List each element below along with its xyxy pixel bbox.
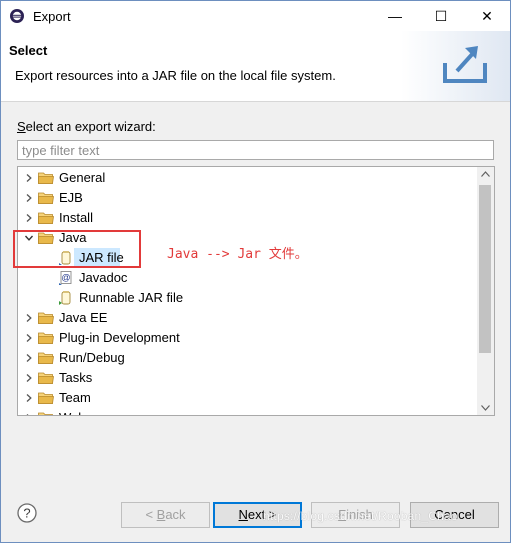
folder-icon	[38, 211, 54, 225]
label-text: elect an export wizard:	[25, 119, 156, 134]
tree-item-label: Install	[59, 210, 93, 225]
svg-text:@: @	[61, 273, 70, 283]
chevron-right-icon[interactable]	[24, 333, 34, 343]
chevron-right-icon[interactable]	[24, 373, 34, 383]
page-description: Export resources into a JAR file on the …	[15, 68, 336, 83]
tree-item-label: EJB	[59, 190, 83, 205]
tree-item-plug-in-development[interactable]: Plug-in Development	[18, 328, 478, 348]
back-button[interactable]: < Back	[121, 502, 210, 528]
folder-icon	[38, 391, 54, 405]
back-prefix: <	[145, 507, 157, 522]
scroll-down-icon[interactable]	[481, 405, 490, 411]
chevron-right-icon[interactable]	[24, 213, 34, 223]
chevron-right-icon[interactable]	[24, 393, 34, 403]
chevron-right-icon[interactable]	[24, 353, 34, 363]
annotation-text: Java --> Jar 文件。	[167, 247, 308, 262]
tree-item-java-ee[interactable]: Java EE	[18, 308, 478, 328]
folder-icon	[38, 171, 54, 185]
svg-text:?: ?	[23, 506, 30, 521]
filter-input[interactable]	[17, 140, 494, 160]
tree-item-label: Team	[59, 390, 91, 405]
folder-icon	[38, 411, 54, 415]
chevron-right-icon[interactable]	[24, 413, 34, 416]
export-wizard-icon	[401, 31, 510, 101]
eclipse-app-icon	[10, 9, 24, 23]
folder-icon	[38, 371, 54, 385]
folder-icon	[38, 191, 54, 205]
wizard-header: Select Export resources into a JAR file …	[1, 31, 510, 102]
runnable-jar-icon	[58, 290, 74, 305]
folder-icon	[38, 311, 54, 325]
tree-item-label: Java EE	[59, 310, 108, 325]
close-button[interactable]: ✕	[464, 1, 510, 31]
help-icon[interactable]: ?	[17, 503, 37, 523]
tree-item-label: General	[59, 170, 106, 185]
tree-item-javadoc[interactable]: @ Javadoc	[18, 268, 478, 288]
title-bar: Export — ☐ ✕	[1, 1, 510, 31]
scroll-up-icon[interactable]	[481, 171, 490, 177]
tree-item-label: Tasks	[59, 370, 93, 385]
tree-item-label: Runnable JAR file	[79, 290, 184, 305]
folder-icon	[38, 351, 54, 365]
tree-item-run-debug[interactable]: Run/Debug	[18, 348, 478, 368]
page-title: Select	[9, 43, 48, 58]
export-dialog: Export — ☐ ✕ Select Export resources int…	[0, 0, 511, 543]
tree-item-web[interactable]: Web	[18, 408, 478, 416]
tree-scrollbar[interactable]	[477, 167, 494, 415]
wizard-tree: Web Team Tasks Run/Debug Plug-in Development…	[17, 166, 495, 416]
javadoc-icon: @	[58, 270, 74, 285]
tree-item-ejb[interactable]: EJB	[18, 188, 478, 208]
wizard-select-label: Select an export wizard:	[17, 119, 156, 134]
chevron-right-icon[interactable]	[24, 173, 34, 183]
minimize-button[interactable]: —	[372, 1, 418, 31]
watermark-text: https://blog.csdn.net/Rooban_Chao	[263, 509, 458, 523]
tree-item-runnable-jar-file[interactable]: Runnable JAR file	[18, 288, 478, 308]
tree-item-install[interactable]: Install	[18, 208, 478, 228]
tree-item-label: Web	[59, 408, 86, 415]
maximize-button[interactable]: ☐	[418, 1, 464, 31]
tree-item-team[interactable]: Team	[18, 388, 478, 408]
annotation-highlight-box	[13, 230, 141, 268]
tree-item-label: Run/Debug	[59, 350, 125, 365]
folder-icon	[38, 331, 54, 345]
tree-item-tasks[interactable]: Tasks	[18, 368, 478, 388]
next-mnemonic: N	[238, 507, 248, 522]
chevron-right-icon[interactable]	[24, 313, 34, 323]
back-text: ack	[165, 507, 186, 522]
label-mnemonic: S	[17, 119, 26, 134]
scroll-thumb[interactable]	[479, 185, 491, 353]
window-title: Export	[33, 9, 71, 24]
tree-item-general[interactable]: General	[18, 168, 478, 188]
tree-item-label: Plug-in Development	[59, 330, 180, 345]
tree-item-label: Javadoc	[79, 270, 128, 285]
chevron-right-icon[interactable]	[24, 193, 34, 203]
